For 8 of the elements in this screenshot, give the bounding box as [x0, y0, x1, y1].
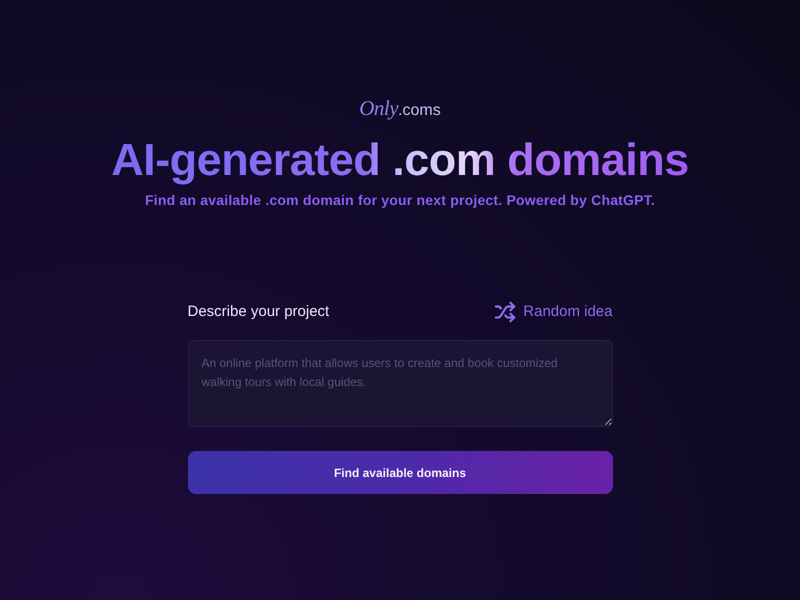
subtitle: Find an available .com domain for your next project. Powered by ChatGPT. — [145, 190, 655, 210]
form-label: Describe your project — [188, 302, 330, 322]
logo-suffix: .coms — [398, 102, 441, 119]
shuffle-icon — [494, 300, 516, 323]
logo-script: Only — [359, 95, 398, 122]
random-idea-button[interactable]: Random idea — [494, 300, 612, 323]
project-description-field[interactable]: An online platform that allows users to create and book customized walking tours with local guides. — [188, 340, 612, 427]
find-domains-button[interactable]: Find available domains — [188, 451, 612, 494]
